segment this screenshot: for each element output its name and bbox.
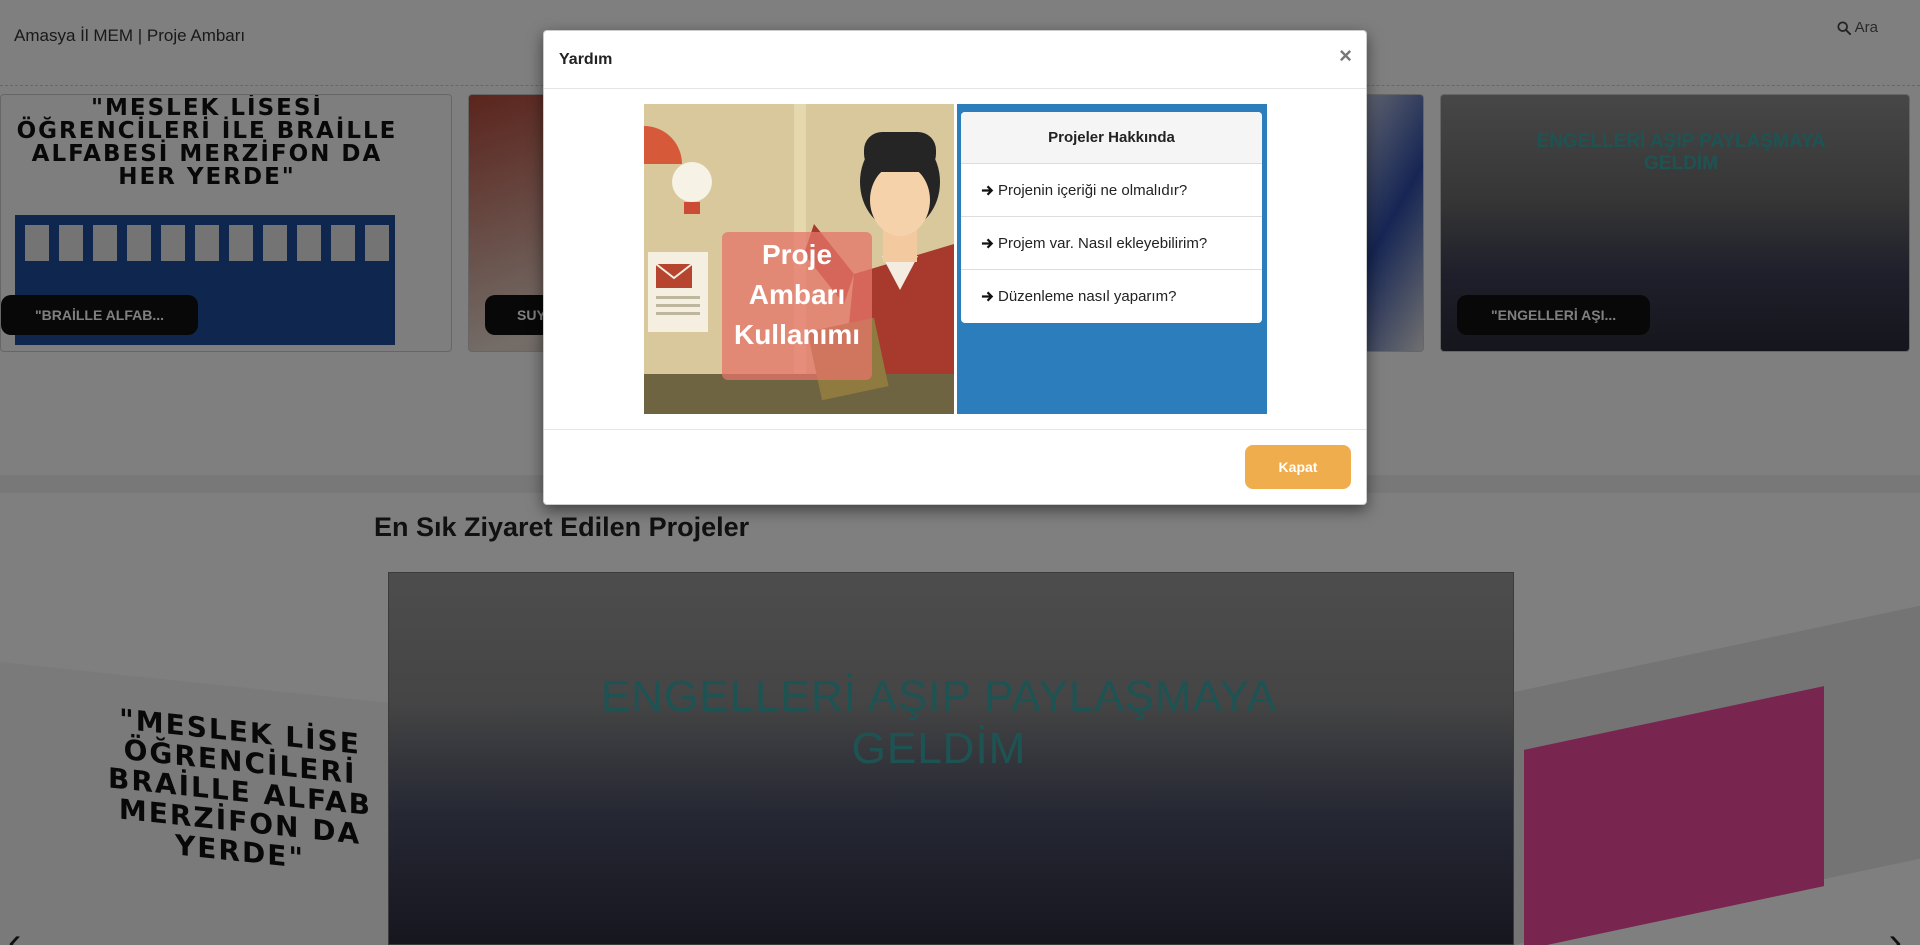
arrow-right-icon	[981, 291, 994, 302]
help-modal: Yardım × Proje Ambarı Kullanımı Projeler…	[543, 30, 1367, 505]
help-topic-item[interactable]: Projenin içeriği ne olmalıdır?	[961, 164, 1262, 217]
arrow-right-icon	[981, 238, 994, 248]
help-illustration: Proje Ambarı Kullanımı	[644, 104, 954, 414]
help-panel: Projeler Hakkında Projenin içeriği ne ol…	[957, 104, 1267, 414]
modal-header: Yardım ×	[544, 31, 1366, 89]
illustration-text-line: Proje	[762, 239, 832, 270]
close-icon[interactable]: ×	[1339, 45, 1352, 67]
close-button[interactable]: Kapat	[1245, 445, 1351, 489]
help-topic-label: Projem var. Nasıl ekleyebilirim?	[998, 234, 1208, 252]
help-topic-label: Düzenleme nasıl yaparım?	[998, 288, 1177, 305]
modal-title: Yardım	[559, 51, 613, 68]
help-topic-heading: Projeler Hakkında	[961, 112, 1262, 164]
help-topic-item[interactable]: Düzenleme nasıl yaparım?	[961, 270, 1262, 323]
modal-footer: Kapat	[544, 429, 1366, 505]
help-topic-list: Projeler Hakkında Projenin içeriği ne ol…	[961, 112, 1262, 323]
modal-body: Proje Ambarı Kullanımı Projeler Hakkında…	[544, 89, 1366, 429]
help-topic-label: Projenin içeriği ne olmalıdır?	[998, 181, 1188, 199]
illustration-text-line: Ambarı	[749, 279, 845, 310]
arrow-right-icon	[981, 185, 994, 195]
help-topic-item[interactable]: Projem var. Nasıl ekleyebilirim?	[961, 217, 1262, 270]
illustration-text-line: Kullanımı	[734, 319, 860, 350]
help-illustration-graphic: Proje Ambarı Kullanımı	[644, 104, 954, 414]
